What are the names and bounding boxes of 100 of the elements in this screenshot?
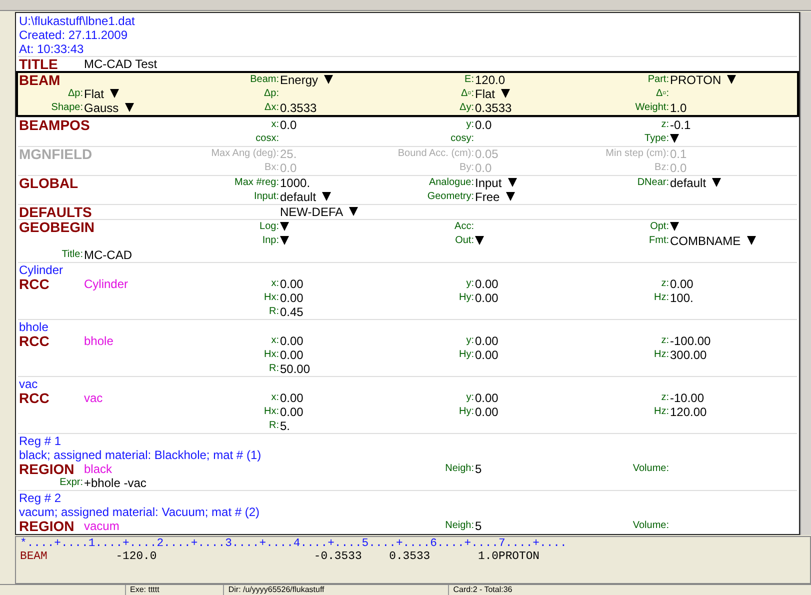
field-label: Volume: bbox=[632, 462, 670, 476]
field-value[interactable]: 5 bbox=[475, 518, 482, 533]
object-name: vacum bbox=[84, 518, 120, 533]
field-label: Hx: bbox=[264, 290, 280, 305]
field-value[interactable]: 0.00 bbox=[280, 276, 304, 291]
caret-icon[interactable] bbox=[670, 134, 679, 144]
field-value[interactable]: 0.00 bbox=[280, 404, 304, 419]
field-value[interactable]: PROTON bbox=[670, 72, 722, 87]
card[interactable]: GLOBAL Max #reg:1000. Analogue:Input DNear:default Input:default Geometry:Free bbox=[18, 174, 797, 204]
field-value[interactable]: MC-CAD Test bbox=[84, 56, 158, 71]
field-label: Δy: bbox=[460, 100, 475, 115]
card-name: REGION bbox=[18, 462, 74, 476]
field-value[interactable]: 1.0 bbox=[670, 100, 687, 115]
field-label: Input: bbox=[254, 190, 280, 204]
field-value[interactable]: default bbox=[670, 176, 706, 190]
field-value[interactable]: 0.3533 bbox=[280, 100, 317, 115]
card[interactable]: Reg # 1 black; assigned material: Blackhole; mat # (1) REGION black Neigh:5 Volume: Expr:+bhole -vac bbox=[18, 432, 797, 490]
field-label: Expr: bbox=[60, 476, 84, 490]
field-value[interactable]: 0.00 bbox=[475, 390, 498, 405]
field-label: Δp: bbox=[68, 86, 84, 101]
field-label: Neigh: bbox=[445, 462, 475, 476]
field-value[interactable]: 0.00 bbox=[475, 334, 498, 348]
field-value[interactable]: 0.00 bbox=[280, 334, 304, 348]
field-value[interactable]: Input bbox=[475, 176, 502, 190]
field-value[interactable]: Flat bbox=[84, 86, 104, 101]
field-value[interactable]: 0.00 bbox=[475, 404, 498, 419]
field-value[interactable]: Free bbox=[475, 190, 500, 204]
field-value[interactable]: NEW-DEFA bbox=[280, 204, 344, 219]
field-value[interactable]: 0.0 bbox=[475, 118, 492, 132]
field-value[interactable]: Flat bbox=[475, 86, 496, 101]
field-label: Type: bbox=[644, 132, 670, 146]
field-value[interactable]: 100. bbox=[670, 290, 694, 305]
caret-icon[interactable] bbox=[746, 236, 756, 246]
field-value[interactable]: 0.00 bbox=[475, 276, 498, 291]
field-value[interactable]: COMBNAME bbox=[670, 234, 741, 248]
field-value[interactable]: 0.00 bbox=[280, 390, 304, 405]
card-name: TITLE bbox=[18, 56, 58, 71]
field-label: y: bbox=[466, 390, 475, 405]
field-value[interactable]: default bbox=[280, 190, 316, 204]
caret-icon[interactable] bbox=[322, 192, 332, 202]
caret-icon[interactable] bbox=[712, 178, 722, 188]
file-info: U:\flukastuff\lbne1.dat bbox=[18, 14, 136, 28]
field-value[interactable]: 0.0 bbox=[280, 118, 297, 132]
field-label: Hx: bbox=[264, 348, 280, 362]
field-value[interactable]: 0.00 bbox=[670, 276, 694, 291]
field-label: Acc: bbox=[454, 220, 475, 234]
field-label: x: bbox=[271, 334, 280, 348]
field-label: Hy: bbox=[459, 348, 475, 362]
card-name: MGNFIELD bbox=[18, 146, 92, 161]
field-value[interactable]: 300.00 bbox=[670, 348, 707, 362]
field-value[interactable]: -0.1 bbox=[670, 118, 691, 132]
field-value[interactable]: 5. bbox=[280, 418, 290, 433]
field-label: Δp: bbox=[264, 86, 280, 101]
field-value[interactable]: 0.00 bbox=[475, 348, 498, 362]
card[interactable]: bhole RCC bhole x:0.00 y:0.00 z:-100.00 Hx:0.00 Hy:0.00 Hz:300.00 R:50.00 bbox=[18, 318, 797, 376]
field-label: DNear: bbox=[637, 176, 670, 190]
card-name: BEAM bbox=[18, 72, 60, 87]
field-value[interactable]: Energy bbox=[280, 72, 318, 87]
field-value[interactable]: -10.00 bbox=[670, 390, 704, 405]
field-value[interactable]: 0.00 bbox=[475, 290, 498, 305]
field-label: Shape: bbox=[51, 100, 84, 115]
scrollbar[interactable] bbox=[800, 12, 811, 536]
field-label: z: bbox=[661, 390, 670, 405]
field-value[interactable]: 1000. bbox=[280, 176, 310, 190]
field-value[interactable]: 120.00 bbox=[670, 404, 707, 419]
card[interactable]: BEAMPOS x:0.0 y:0.0 z:-0.1 cosx: cosy: Type: bbox=[18, 116, 797, 146]
field-value[interactable]: Gauss bbox=[84, 100, 119, 115]
card[interactable]: GEOBEGIN Log: Acc: Opt: Inp: Out: Fmt:COMBNAME Title:MC-CAD bbox=[18, 218, 797, 262]
caret-icon[interactable] bbox=[349, 207, 358, 216]
field-value[interactable]: MC-CAD bbox=[84, 248, 132, 262]
field-value[interactable]: 0.00 bbox=[280, 290, 304, 305]
field-value[interactable]: 120.0 bbox=[475, 72, 506, 87]
field-label: Fmt: bbox=[649, 234, 670, 248]
card[interactable]: DEFAULTS NEW-DEFA bbox=[18, 204, 797, 219]
field-value[interactable]: +bhole -vac bbox=[84, 476, 146, 490]
card[interactable]: Reg # 2 vacum; assigned material: Vacuum; mat # (2) REGION vacum Neigh:5 Volume: bbox=[18, 490, 797, 533]
card[interactable]: Cylinder RCC Cylinder x:0.00 y:0.00 z:0.00 Hx:0.00 Hy:0.00 Hz:100. R:0.45 bbox=[18, 262, 797, 319]
status-text: Exe: ttttt bbox=[125, 585, 164, 595]
field-label: Log: bbox=[260, 220, 280, 234]
field-label: Min step (cm): bbox=[606, 146, 670, 161]
caret-icon[interactable] bbox=[475, 236, 484, 246]
field-value[interactable]: 0.3533 bbox=[475, 100, 512, 115]
field-label: z: bbox=[661, 334, 670, 348]
field-label: Max Ang (deg): bbox=[211, 146, 280, 161]
field-value[interactable]: -100.00 bbox=[670, 334, 711, 348]
card-note: bhole bbox=[18, 320, 50, 334]
field-value[interactable]: 50.00 bbox=[280, 362, 310, 376]
field-label: Δx: bbox=[264, 100, 280, 115]
card[interactable]: vac RCC vac x:0.00 y:0.00 z:-10.00 Hx:0.00 Hy:0.00 Hz:120.00 R:5. bbox=[18, 376, 797, 433]
caret-icon[interactable] bbox=[727, 75, 736, 84]
status-text: Card:2 - Total:36 bbox=[448, 585, 516, 595]
field-label: y: bbox=[466, 334, 475, 348]
caret-icon[interactable] bbox=[501, 89, 510, 98]
caret-icon[interactable] bbox=[670, 222, 679, 232]
field-value[interactable]: 0.45 bbox=[280, 304, 304, 319]
field-value[interactable]: 5 bbox=[475, 462, 482, 476]
card[interactable]: BEAM Beam:Energy E:120.0 Part:PROTON Δp:Flat Δp: Δ▫:Flat Δ▫: Shape:Gauss Δx:0.3533 Δy:0.3533 Weight:1.0 bbox=[16, 70, 799, 117]
caret-icon[interactable] bbox=[324, 75, 334, 84]
field-value[interactable]: 0.00 bbox=[280, 348, 304, 362]
card-name: RCC bbox=[18, 334, 50, 348]
